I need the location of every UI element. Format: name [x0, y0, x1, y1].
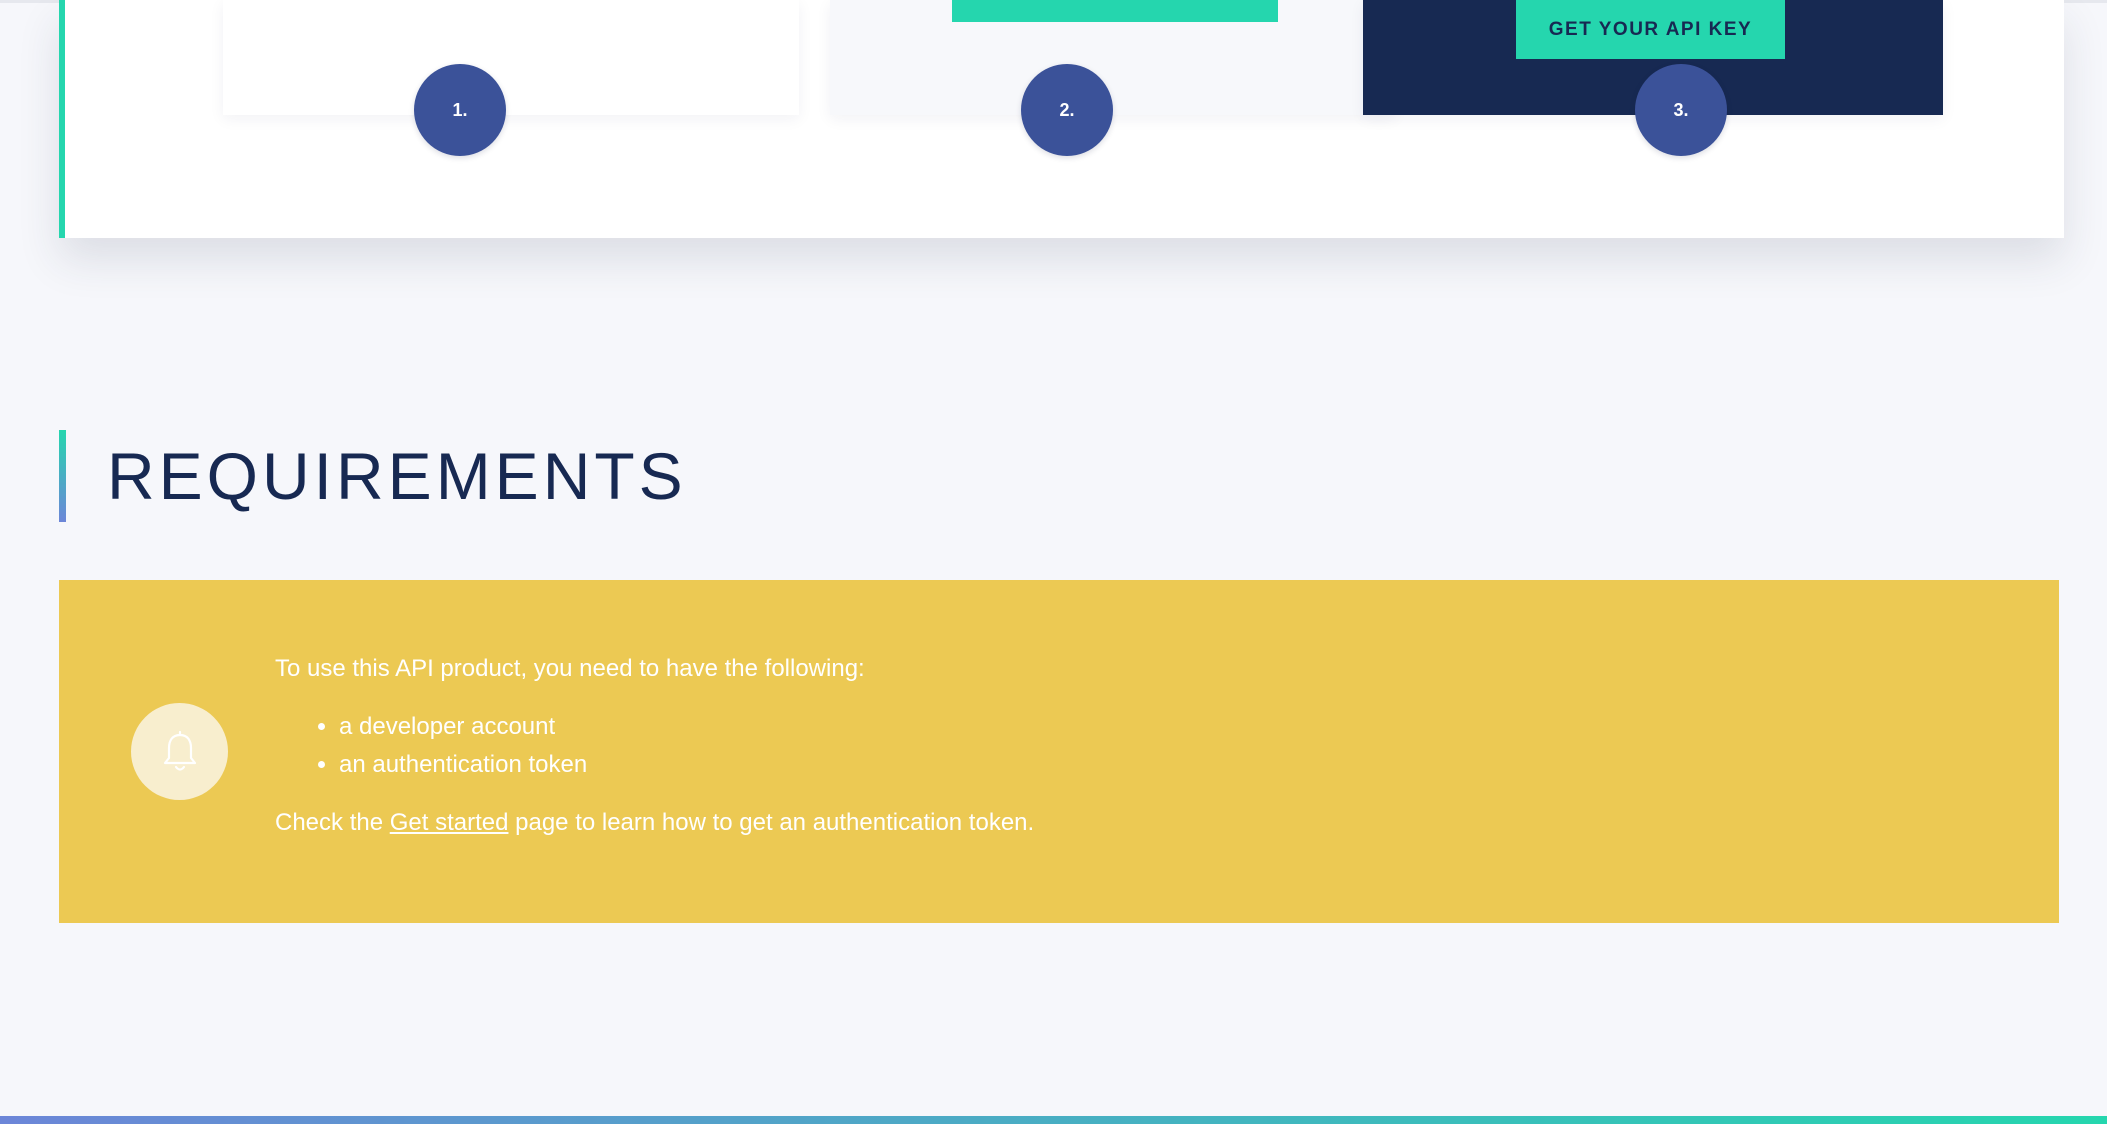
step-card-2: [830, 0, 1395, 115]
steps-panel: GET YOUR API KEY 1. 2. 3.: [59, 0, 2064, 238]
list-item: a developer account: [339, 708, 1975, 746]
notice-intro: To use this API product, you need to hav…: [275, 655, 865, 682]
step-number-1: 1.: [414, 64, 506, 156]
notice-footer: Check the Get started page to learn how …: [275, 804, 1975, 842]
notice-content: To use this API product, you need to hav…: [275, 650, 1975, 842]
get-api-key-button[interactable]: GET YOUR API KEY: [1516, 0, 1785, 59]
footer-text-after: page to learn how to get an authenticati…: [508, 809, 1035, 836]
get-started-link[interactable]: Get started: [390, 809, 509, 836]
step-card-1: [223, 0, 799, 115]
requirements-notice: To use this API product, you need to hav…: [59, 580, 2059, 923]
bottom-gradient-strip: [0, 1116, 2107, 1124]
list-item: an authentication token: [339, 746, 1975, 784]
requirements-list: a developer account an authentication to…: [275, 708, 1975, 784]
step-2-action-button[interactable]: [952, 0, 1278, 22]
step-number-3: 3.: [1635, 64, 1727, 156]
bell-icon: [163, 730, 196, 771]
requirements-heading: REQUIREMENTS: [107, 439, 687, 513]
footer-text-before: Check the: [275, 809, 390, 836]
notice-icon-circle: [131, 703, 228, 800]
heading-accent-bar: [59, 430, 66, 522]
step-number-2: 2.: [1021, 64, 1113, 156]
